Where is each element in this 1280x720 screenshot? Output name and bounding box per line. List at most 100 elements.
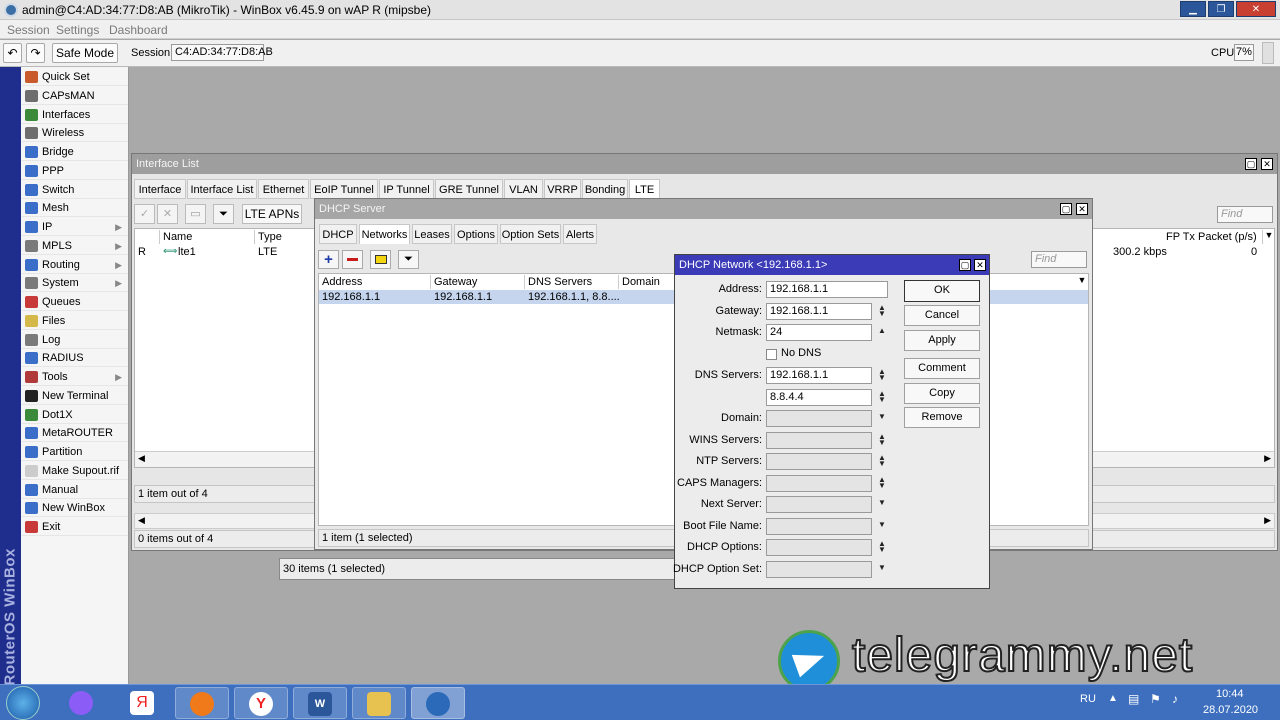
menu-session[interactable]: Session	[7, 23, 50, 37]
tab-options[interactable]: Options	[454, 224, 498, 244]
add-button[interactable]: +	[318, 250, 339, 269]
options-spinner-icon[interactable]: ▲ ▼	[876, 540, 888, 554]
tab-gre-tunnel[interactable]: GRE Tunnel	[435, 179, 503, 199]
minimize-button[interactable]: ▁	[1180, 1, 1206, 17]
taskbar-explorer[interactable]	[352, 687, 406, 719]
boot-input[interactable]	[766, 518, 872, 535]
flag-icon[interactable]: ⚑	[1150, 692, 1161, 706]
taskbar-word[interactable]: W	[293, 687, 347, 719]
dhcp-network-close-button[interactable]: ✕	[974, 259, 986, 271]
disable-button[interactable]: ✕	[157, 204, 178, 224]
taskbar-yandex[interactable]: Y	[234, 687, 288, 719]
tab-vlan[interactable]: VLAN	[504, 179, 543, 199]
cancel-button[interactable]: Cancel	[904, 305, 980, 326]
dhcp-columns-dropdown[interactable]: ▼	[1076, 275, 1088, 289]
tab-alerts[interactable]: Alerts	[563, 224, 597, 244]
remove-button[interactable]	[342, 250, 363, 269]
dhcp-network-maximize-button[interactable]: ▢	[959, 259, 971, 271]
tab-option-sets[interactable]: Option Sets	[500, 224, 561, 244]
sidebar-item-radius[interactable]: RADIUS	[22, 349, 128, 368]
domain-input[interactable]	[766, 410, 872, 427]
sidebar-item-bridge[interactable]: Bridge	[22, 143, 128, 161]
remove-button-dialog[interactable]: Remove	[904, 407, 980, 428]
sidebar-item-partition[interactable]: Partition	[22, 443, 128, 461]
restore-button[interactable]: ❐	[1208, 1, 1234, 17]
dns-spinner-icon[interactable]: ▲ ▼	[876, 368, 888, 382]
tab-interface-list[interactable]: Interface List	[187, 179, 257, 199]
dns-secondary-spinner-icon[interactable]: ▲ ▼	[876, 390, 888, 404]
dhcp-server-close-button[interactable]: ✕	[1076, 203, 1088, 215]
next-dropdown-icon[interactable]: ▼	[876, 499, 888, 507]
tab-ethernet[interactable]: Ethernet	[258, 179, 309, 199]
name-column-header[interactable]: Name	[160, 230, 255, 244]
sidebar-item-ip[interactable]: IP ▶	[22, 218, 128, 236]
ntp-input[interactable]	[766, 453, 872, 470]
type-column-header[interactable]: Type	[255, 230, 315, 244]
close-button[interactable]: ✕	[1236, 1, 1276, 17]
sidebar-item-interfaces[interactable]: Interfaces	[22, 106, 128, 124]
copy-button[interactable]: Copy	[904, 383, 980, 404]
sidebar-item-new-terminal[interactable]: New Terminal	[22, 387, 128, 405]
gateway-column-header[interactable]: Gateway	[431, 275, 525, 289]
network-icon[interactable]: ▤	[1128, 692, 1139, 706]
sidebar-item-tools[interactable]: Tools ▶	[22, 368, 128, 386]
gateway-input[interactable]: 192.168.1.1	[766, 303, 872, 320]
tab-ip-tunnel[interactable]: IP Tunnel	[379, 179, 434, 199]
caps-spinner-icon[interactable]: ▲ ▼	[876, 476, 888, 490]
sidebar-item-files[interactable]: Files	[22, 312, 128, 330]
sidebar-item-ppp[interactable]: PPP	[22, 162, 128, 180]
clock-time[interactable]: 10:44	[1216, 688, 1244, 700]
sidebar-item-manual[interactable]: Manual	[22, 481, 128, 499]
sidebar-item-routing[interactable]: Routing ▶	[22, 256, 128, 274]
sidebar-item-capsman[interactable]: CAPsMAN	[22, 87, 128, 105]
dhcp-server-maximize-button[interactable]: ▢	[1060, 203, 1072, 215]
apply-button[interactable]: Apply	[904, 330, 980, 351]
address-input[interactable]: 192.168.1.1	[766, 281, 888, 298]
domain-dropdown-icon[interactable]: ▼	[876, 413, 888, 421]
clock-date[interactable]: 28.07.2020	[1203, 704, 1258, 716]
sidebar-item-log[interactable]: Log	[22, 331, 128, 349]
columns-dropdown[interactable]: ▼	[1263, 230, 1275, 244]
sidebar-item-new-winbox[interactable]: New WinBox	[22, 499, 128, 518]
dhcp-find-input[interactable]: Find	[1031, 251, 1087, 268]
sidebar-item-metarouter[interactable]: MetaROUTER	[22, 424, 128, 443]
dns-input[interactable]: 192.168.1.1	[766, 367, 872, 384]
dns-servers-column-header[interactable]: DNS Servers	[525, 275, 619, 289]
redo-button[interactable]: ↷	[26, 43, 45, 63]
sidebar-item-quick-set[interactable]: Quick Set	[22, 68, 128, 86]
interface-find-input[interactable]: Find	[1217, 206, 1273, 223]
gateway-spinner-icon[interactable]: ▲ ▼	[876, 304, 888, 318]
enable-button[interactable]: ✓	[134, 204, 155, 224]
filter-button-dhcp[interactable]: ⏷	[398, 250, 419, 269]
taskbar-firefox[interactable]	[175, 687, 229, 719]
next-input[interactable]	[766, 496, 872, 513]
taskbar-winbox[interactable]	[411, 687, 465, 719]
tab-bonding[interactable]: Bonding	[582, 179, 628, 199]
tab-eoip-tunnel[interactable]: EoIP Tunnel	[310, 179, 378, 199]
menu-settings[interactable]: Settings	[56, 23, 99, 37]
taskbar-alice[interactable]	[55, 687, 109, 719]
caps-input[interactable]	[766, 475, 872, 492]
sidebar-item-mesh[interactable]: Mesh	[22, 199, 128, 218]
sidebar-item-wireless[interactable]: Wireless	[22, 124, 128, 143]
comment-button-dialog[interactable]: Comment	[904, 358, 980, 379]
sidebar-item-system[interactable]: System ▶	[22, 274, 128, 293]
tab-lte[interactable]: LTE	[629, 179, 660, 199]
optset-dropdown-icon[interactable]: ▼	[876, 564, 888, 572]
taskbar-yandex-browser[interactable]: Я	[116, 687, 170, 719]
comment-button-dhcp[interactable]	[370, 250, 391, 269]
volume-icon[interactable]: ♪	[1172, 692, 1178, 706]
wins-input[interactable]	[766, 432, 872, 449]
sidebar-item-queues[interactable]: Queues	[22, 293, 128, 311]
boot-dropdown-icon[interactable]: ▼	[876, 521, 888, 529]
tab-leases[interactable]: Leases	[412, 224, 452, 244]
fp-tx-packet-column-header[interactable]: FP Tx Packet (p/s)	[1163, 230, 1263, 244]
no-dns-checkbox[interactable]	[766, 349, 777, 360]
safe-mode-button[interactable]: Safe Mode	[52, 43, 118, 63]
sidebar-item-dot1x[interactable]: Dot1X	[22, 406, 128, 424]
netmask-up-icon[interactable]: ▲	[876, 327, 888, 335]
sidebar-item-switch[interactable]: Switch	[22, 181, 128, 199]
start-button[interactable]	[6, 686, 40, 720]
address-column-header[interactable]: Address	[319, 275, 431, 289]
tab-dhcp[interactable]: DHCP	[319, 224, 357, 244]
